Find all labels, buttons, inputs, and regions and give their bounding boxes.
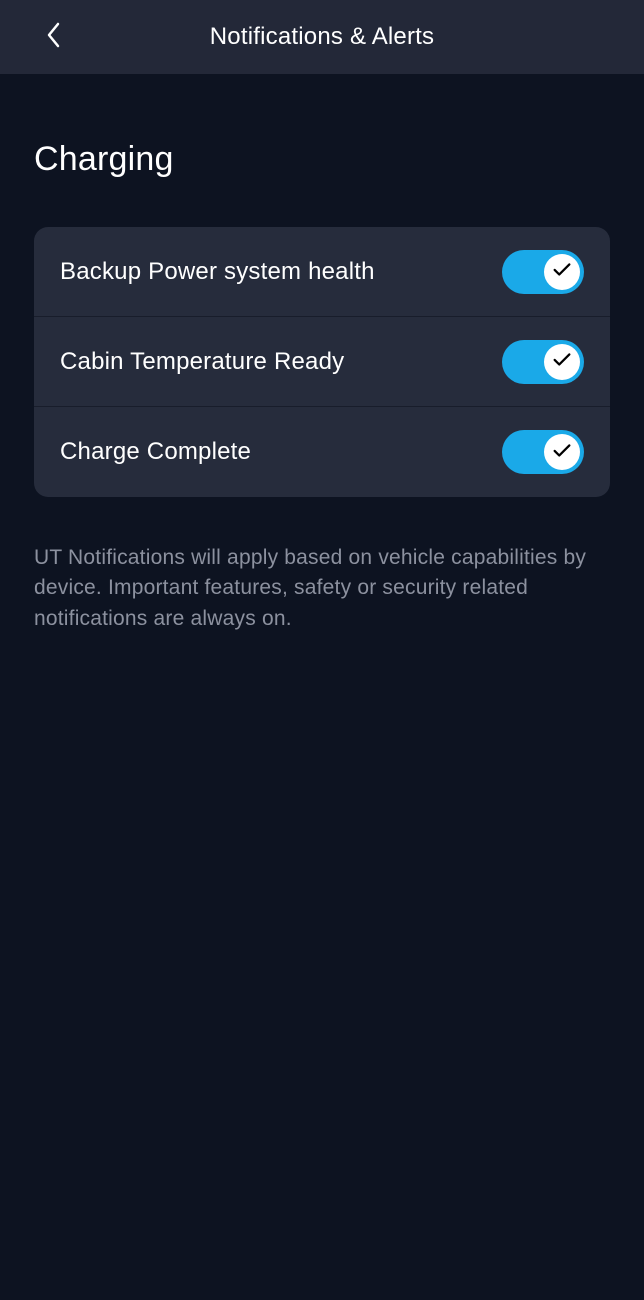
settings-list: Backup Power system health Cabin Tempera… <box>34 227 610 497</box>
chevron-left-icon <box>45 21 63 54</box>
section-title: Charging <box>34 140 610 179</box>
toggle-knob <box>544 254 580 290</box>
toggle-charge-complete[interactable] <box>502 430 584 474</box>
setting-row-charge-complete: Charge Complete <box>34 407 610 497</box>
check-icon <box>551 258 573 285</box>
toggle-knob <box>544 344 580 380</box>
setting-label: Charge Complete <box>60 438 251 466</box>
toggle-backup-power[interactable] <box>502 250 584 294</box>
back-button[interactable] <box>40 23 68 51</box>
setting-row-cabin-temperature: Cabin Temperature Ready <box>34 317 610 407</box>
setting-label: Cabin Temperature Ready <box>60 348 344 376</box>
content-area: Charging Backup Power system health Cabi… <box>0 140 644 634</box>
check-icon <box>551 439 573 466</box>
header-bar: Notifications & Alerts <box>0 0 644 74</box>
setting-row-backup-power: Backup Power system health <box>34 227 610 317</box>
setting-label: Backup Power system health <box>60 258 375 286</box>
footer-note: UT Notifications will apply based on veh… <box>34 543 610 634</box>
toggle-cabin-temperature[interactable] <box>502 340 584 384</box>
check-icon <box>551 348 573 375</box>
page-title: Notifications & Alerts <box>0 23 644 51</box>
toggle-knob <box>544 434 580 470</box>
